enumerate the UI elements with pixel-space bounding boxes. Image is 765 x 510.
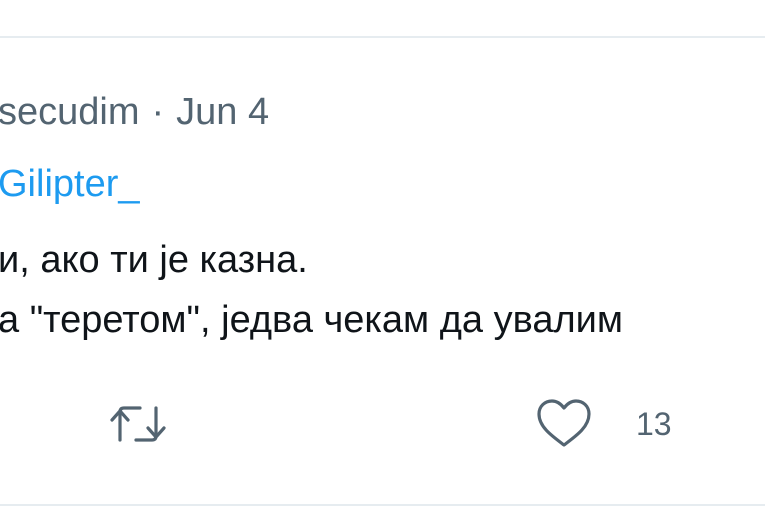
top-divider (0, 36, 765, 38)
author-handle[interactable]: secudim (0, 91, 140, 133)
bottom-divider (0, 504, 765, 506)
retweet-icon (106, 400, 170, 448)
header-separator: · (151, 91, 165, 133)
heart-icon (534, 398, 594, 450)
tweet-header: secudim · Jun 4 (0, 88, 269, 136)
replying-to-mention[interactable]: Gilipter_ (0, 160, 140, 208)
tweet-text-line-1: и, ако ти је казна. (0, 239, 308, 281)
like-count: 13 (636, 406, 672, 442)
like-button[interactable]: 13 (534, 396, 672, 452)
retweet-button[interactable] (106, 396, 170, 452)
tweet-text-line-2: а "теретом", једва чекам да увалим (0, 299, 623, 341)
tweet-date[interactable]: Jun 4 (176, 91, 269, 133)
